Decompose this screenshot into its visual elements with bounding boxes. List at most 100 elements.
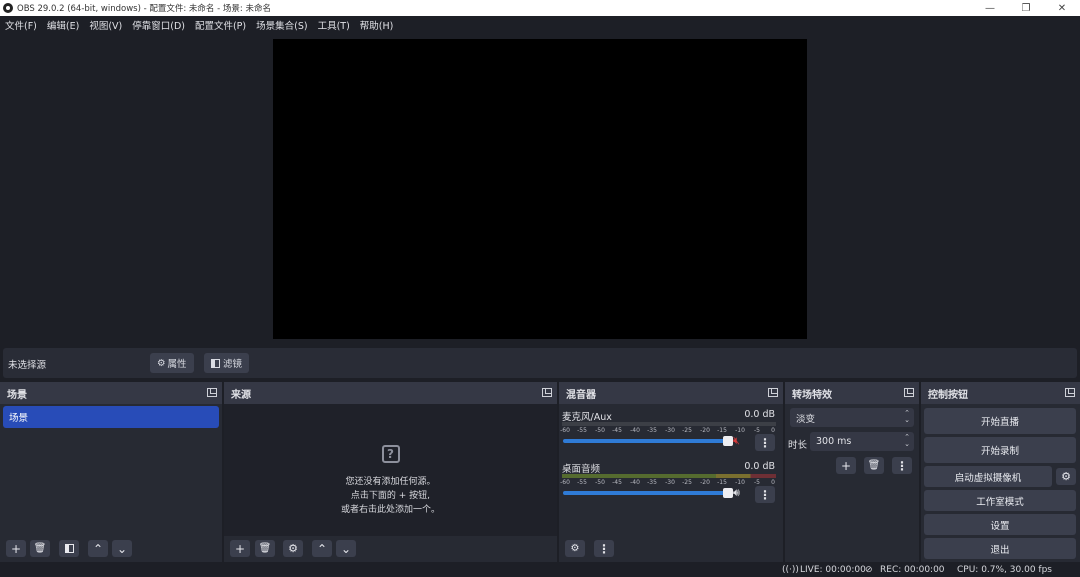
exit-button[interactable]: 退出	[924, 538, 1076, 559]
virtual-camera-settings-button[interactable]: ⚙	[1056, 468, 1076, 485]
menu-profile[interactable]: 配置文件(P)	[195, 18, 246, 32]
remove-transition-button[interactable]: 🗑	[864, 457, 884, 474]
trash-icon: 🗑	[867, 460, 881, 471]
menu-view[interactable]: 视图(V)	[89, 18, 122, 32]
source-properties-button[interactable]: ⚙	[283, 540, 303, 557]
plus-icon: +	[10, 541, 22, 556]
remove-scene-button[interactable]: 🗑	[30, 540, 50, 557]
preview-area	[0, 34, 1080, 346]
tick-label: -25	[682, 427, 692, 434]
filters-button[interactable]: 滤镜	[204, 353, 250, 373]
start-recording-label: 开始录制	[980, 446, 1019, 457]
studio-mode-button[interactable]: 工作室模式	[924, 490, 1076, 511]
minimize-button[interactable]: —	[972, 0, 1008, 16]
gears-icon: ⚙	[570, 543, 580, 554]
add-scene-button[interactable]: +	[6, 540, 26, 557]
start-streaming-button[interactable]: 开始直播	[924, 408, 1076, 434]
move-source-up-button[interactable]: ⌃	[312, 540, 332, 557]
menu-scene-collection[interactable]: 场景集合(S)	[256, 18, 307, 32]
remove-source-button[interactable]: 🗑	[255, 540, 275, 557]
mixer-menu-button[interactable]: ⋮	[594, 540, 614, 557]
move-source-down-button[interactable]: ⌄	[336, 540, 356, 557]
tick-label: -10	[735, 479, 745, 486]
tick-label: -40	[630, 427, 640, 434]
start-virtual-camera-button[interactable]: 启动虚拟摄像机	[924, 466, 1052, 487]
mixer-float-icon[interactable]	[768, 388, 778, 397]
scene-list-item[interactable]: 场景	[3, 406, 219, 428]
mixer-channel-desktop: 桌面音频 0.0 dB -60 -55 -50 -45 -40 -35 -30 …	[560, 461, 778, 509]
channel-menu-button[interactable]: ⋮	[755, 434, 775, 451]
sources-header: 来源	[224, 382, 557, 404]
menu-edit[interactable]: 编辑(E)	[47, 18, 79, 32]
chevron-up-icon: ⌃	[92, 541, 104, 556]
spinner-arrows-icon: ⌃ ⌄	[904, 433, 910, 448]
transition-menu-button[interactable]: ⋮	[892, 457, 912, 474]
speaker-icon[interactable]: 🔊︎	[733, 487, 745, 499]
tick-label: -20	[700, 427, 710, 434]
sources-title: 来源	[231, 389, 251, 401]
gear-icon: ⚙	[157, 357, 166, 369]
close-button[interactable]: ✕	[1044, 0, 1080, 16]
tick-label: -5	[754, 427, 760, 434]
transition-select[interactable]: 淡变 ⌃ ⌄	[790, 408, 914, 427]
filters-label: 滤镜	[223, 359, 243, 370]
tick-label: -60	[560, 427, 570, 434]
scenes-float-icon[interactable]	[207, 388, 217, 397]
tick-label: -50	[595, 427, 605, 434]
preview-canvas[interactable]	[273, 39, 807, 339]
filter-icon	[64, 544, 74, 553]
audio-settings-button[interactable]: ⚙	[565, 540, 585, 557]
mixer-dock: 混音器 麦克风/Aux 0.0 dB -60 -55 -50 -45 -40 -…	[559, 382, 783, 562]
more-vertical-icon: ⋮	[759, 435, 771, 450]
volume-meter	[562, 474, 776, 478]
spinner-arrows-icon: ⌃ ⌄	[904, 409, 910, 424]
channel-menu-button[interactable]: ⋮	[755, 486, 775, 503]
properties-button[interactable]: ⚙ 属性	[150, 353, 194, 373]
mixer-channel-mic: 麦克风/Aux 0.0 dB -60 -55 -50 -45 -40 -35 -…	[560, 409, 778, 457]
menu-tools[interactable]: 工具(T)	[318, 18, 350, 32]
filter-icon	[211, 358, 220, 368]
scenes-header: 场景	[0, 382, 222, 404]
sources-float-icon[interactable]	[542, 388, 552, 397]
chevron-down-icon: ⌄	[340, 541, 352, 556]
volume-slider[interactable]	[563, 488, 733, 498]
properties-label: 属性	[167, 359, 187, 370]
move-scene-up-button[interactable]: ⌃	[88, 540, 108, 557]
add-source-button[interactable]: +	[230, 540, 250, 557]
more-vertical-icon: ⋮	[896, 458, 908, 473]
menu-docks[interactable]: 停靠窗口(D)	[132, 18, 185, 32]
title-bar: OBS 29.0.2 (64-bit, windows) - 配置文件: 未命名…	[0, 0, 1080, 16]
source-toolbar: 未选择源 ⚙ 属性 滤镜	[3, 348, 1077, 378]
virtual-camera-label: 启动虚拟摄像机	[954, 472, 1022, 484]
tick-label: -15	[717, 479, 727, 486]
volume-slider[interactable]	[563, 436, 733, 446]
live-timer: LIVE: 00:00:00	[800, 565, 866, 575]
start-recording-button[interactable]: 开始录制	[924, 437, 1076, 463]
menu-file[interactable]: 文件(F)	[5, 18, 37, 32]
cpu-fps-readout: CPU: 0.7%, 30.00 fps	[957, 565, 1052, 575]
volume-slider-handle[interactable]	[723, 436, 733, 446]
chevron-up-icon: ⌃	[316, 541, 328, 556]
tick-label: -45	[612, 479, 622, 486]
tick-label: -50	[595, 479, 605, 486]
transitions-float-icon[interactable]	[904, 388, 914, 397]
tick-label: -55	[577, 427, 587, 434]
duration-spinbox[interactable]: 300 ms ⌃ ⌄	[810, 432, 914, 451]
add-transition-button[interactable]: +	[836, 457, 856, 474]
move-scene-down-button[interactable]: ⌄	[112, 540, 132, 557]
tick-label: -55	[577, 479, 587, 486]
tick-label: -10	[735, 427, 745, 434]
sources-list[interactable]: ? 您还没有添加任何源。 点击下面的 + 按钮, 或者右击此处添加一个。	[224, 404, 557, 536]
scene-filters-button[interactable]	[59, 540, 79, 557]
settings-button[interactable]: 设置	[924, 514, 1076, 535]
maximize-button[interactable]: ❐	[1008, 0, 1044, 16]
chevron-down-icon: ⌄	[116, 541, 128, 556]
menu-bar: 文件(F) 编辑(E) 视图(V) 停靠窗口(D) 配置文件(P) 场景集合(S…	[0, 16, 1080, 34]
controls-header: 控制按钮	[921, 382, 1080, 404]
speaker-muted-icon[interactable]: 🔇︎	[733, 435, 745, 447]
volume-slider-handle[interactable]	[723, 488, 733, 498]
volume-meter	[562, 422, 776, 426]
empty-line: 或者右击此处添加一个。	[340, 505, 440, 515]
controls-float-icon[interactable]	[1065, 388, 1075, 397]
menu-help[interactable]: 帮助(H)	[360, 18, 394, 32]
